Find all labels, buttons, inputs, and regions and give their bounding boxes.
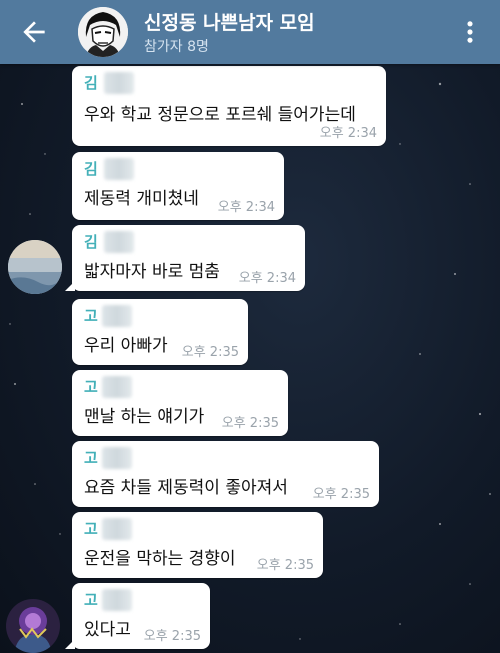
message-time: 오후 2:35: [143, 629, 201, 644]
message-bubble[interactable]: 고 우리 아빠가 오후 2:35: [72, 299, 248, 365]
chat-title[interactable]: 신정동 나쁜남자 모임: [144, 8, 315, 35]
sender-name[interactable]: 고: [84, 305, 98, 326]
message-text: 우와 학교 정문으로 포르쉐 들어가는데: [84, 105, 356, 125]
user-avatar[interactable]: [6, 599, 60, 653]
message-time: 오후 2:35: [181, 345, 239, 360]
chat-header: 신정동 나쁜남자 모임 참가자 8명: [0, 0, 500, 64]
sender-name[interactable]: 고: [84, 376, 98, 397]
participant-count: 참가자 8명: [144, 39, 209, 55]
message-text: 요즘 차들 제동력이 좋아져서: [84, 478, 288, 498]
group-avatar[interactable]: [78, 7, 128, 57]
arrow-left-icon[interactable]: [18, 16, 50, 48]
blurred-name: [102, 305, 132, 327]
sender-name[interactable]: 김: [84, 231, 98, 252]
message-bubble[interactable]: 고 운전을 막하는 경향이 오후 2:35: [72, 512, 323, 578]
blurred-name: [102, 447, 132, 469]
message-bubble[interactable]: 김 밟자마자 바로 멈춤 오후 2:34: [65, 225, 305, 291]
user-avatar[interactable]: [8, 240, 62, 294]
sender-name[interactable]: 고: [84, 447, 98, 468]
sender-name[interactable]: 고: [84, 518, 98, 539]
message-bubble[interactable]: 고 요즘 차들 제동력이 좋아져서 오후 2:35: [72, 441, 379, 507]
blurred-name: [102, 518, 132, 540]
sender-name[interactable]: 김: [84, 72, 98, 93]
more-vertical-icon[interactable]: [456, 16, 484, 48]
sender-name[interactable]: 고: [84, 589, 98, 610]
message-text: 제동력 개미쳤네: [84, 189, 199, 209]
message-bubble[interactable]: 김 우와 학교 정문으로 포르쉐 들어가는데 오후 2:34: [72, 66, 386, 146]
message-bubble[interactable]: 고 있다고 오후 2:35: [65, 583, 210, 649]
blurred-name: [104, 231, 134, 253]
message-time: 오후 2:35: [221, 416, 279, 431]
message-time: 오후 2:34: [217, 200, 275, 215]
blurred-name: [104, 72, 134, 94]
message-text: 맨날 하는 얘기가: [84, 407, 205, 427]
message-text: 운전을 막하는 경향이: [84, 549, 236, 569]
message-time: 오후 2:34: [238, 271, 296, 286]
message-text: 밟자마자 바로 멈춤: [84, 262, 220, 282]
message-time: 오후 2:35: [256, 558, 314, 573]
blurred-name: [102, 589, 132, 611]
message-bubble[interactable]: 고 맨날 하는 얘기가 오후 2:35: [72, 370, 288, 436]
blurred-name: [104, 158, 134, 180]
message-bubble[interactable]: 김 제동력 개미쳤네 오후 2:34: [72, 152, 284, 220]
message-time: 오후 2:34: [319, 126, 377, 141]
message-text: 있다고: [84, 620, 131, 640]
message-time: 오후 2:35: [312, 487, 370, 502]
sender-name[interactable]: 김: [84, 158, 98, 179]
blurred-name: [102, 376, 132, 398]
message-text: 우리 아빠가: [84, 336, 168, 356]
